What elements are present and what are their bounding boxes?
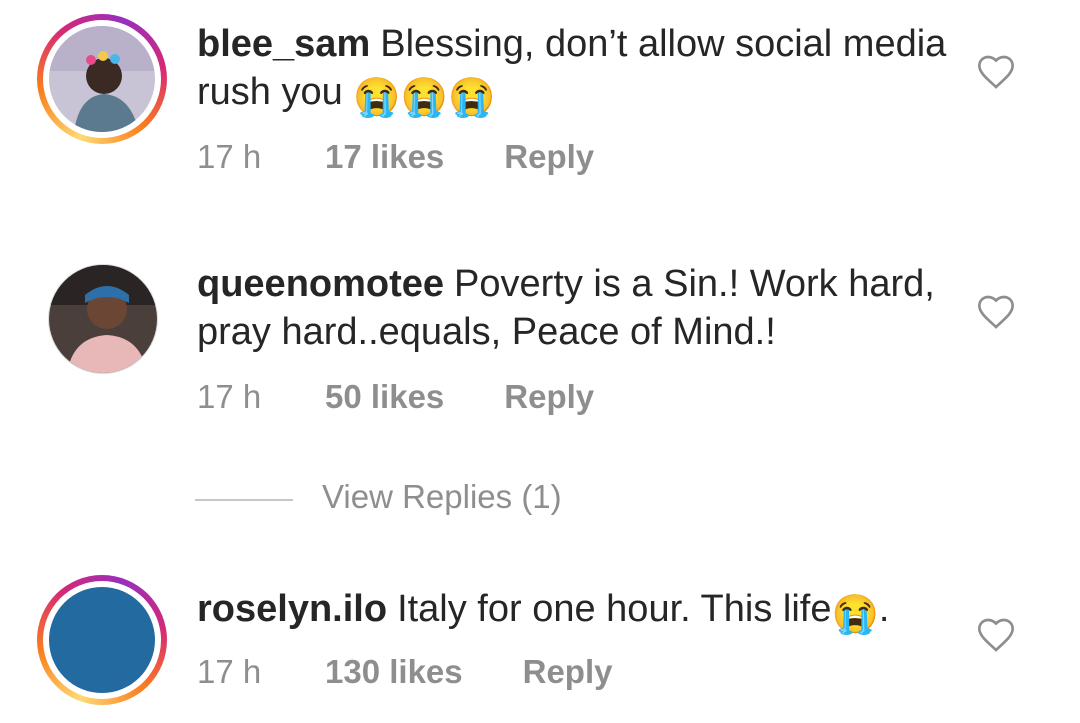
comment-text: blee_sam Blessing, don’t allow social med… [197,20,957,122]
comment-username[interactable]: roselyn.ilo [197,588,387,630]
comment-username[interactable]: queenomotee [197,263,444,305]
comment-meta: 17 h 17 likes Reply [197,138,594,176]
heart-outline-icon[interactable] [976,292,1016,332]
comment-time: 17 h [197,653,262,690]
comment-text: queenomotee Poverty is a Sin.! Work hard,… [197,263,935,353]
comment-item: blee_sam Blessing, don’t allow social med… [0,0,1080,200]
avatar[interactable] [48,264,158,374]
comment-username[interactable]: blee_sam [197,23,370,65]
comment-item: queenomotee Poverty is a Sin.! Work hard,… [0,240,1080,440]
heart-outline-icon[interactable] [976,52,1016,92]
comment-time: 17 h [197,138,262,175]
avatar-story-ring[interactable] [37,575,167,705]
comment-likes[interactable]: 50 likes [325,378,444,416]
comment-likes[interactable]: 130 likes [325,653,463,691]
divider [195,499,293,501]
heart-outline-icon[interactable] [976,615,1016,655]
comment-likes[interactable]: 17 likes [325,138,444,176]
avatar [49,26,155,132]
reply-button[interactable]: Reply [523,653,613,691]
comment-meta: 17 h 130 likes Reply [197,653,613,691]
view-replies-label: View Replies (1) [322,478,562,515]
crying-face-emoji: 😭 [831,594,879,636]
avatar-story-ring[interactable] [37,14,167,144]
avatar [49,587,155,693]
comment-meta: 17 h 50 likes Reply [197,378,594,416]
reply-button[interactable]: Reply [504,378,594,416]
comment-time: 17 h [197,378,262,415]
comment-text: roselyn.ilo Italy for one hour. This life… [197,585,957,639]
reply-button[interactable]: Reply [504,138,594,176]
comment-item: roselyn.ilo Italy for one hour. This life… [0,565,1080,723]
crying-face-emoji: 😭😭😭 [353,77,496,119]
